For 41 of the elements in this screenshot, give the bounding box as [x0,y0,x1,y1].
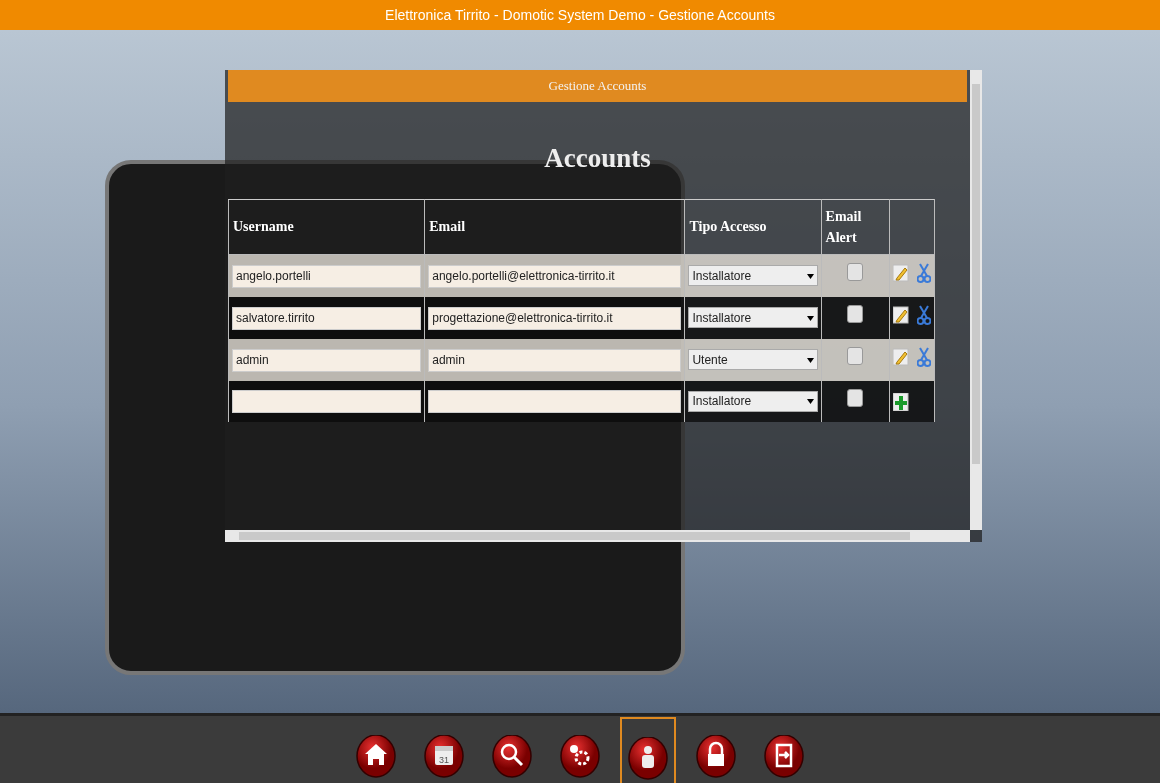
panel-title: Gestione Accounts [228,70,967,102]
calendar-button[interactable]: 31 [416,717,472,783]
dropdown-arrow-icon [806,315,814,321]
email-alert-checkbox[interactable] [847,388,864,407]
scissors-icon[interactable] [917,304,931,325]
username-field[interactable] [232,390,422,414]
email-alert-checkbox[interactable] [847,305,864,323]
email-field[interactable]: progettazione@elettronica-tirrito.it [428,306,682,330]
home-icon [356,735,396,781]
dropdown-arrow-icon [806,357,814,363]
column-header: Tipo Accesso [684,199,822,254]
email-field[interactable]: admin [428,348,682,372]
username-field[interactable]: angelo.portelli [232,264,422,288]
column-header: Email Alert [821,199,890,254]
page-heading: Accounts [543,142,652,175]
dropdown-arrow-icon [806,399,814,405]
access-dropdown[interactable]: Installatore [688,307,818,328]
add-icon[interactable] [893,392,909,411]
padlock-icon [696,735,736,781]
pencil-icon[interactable] [893,305,909,324]
access-dropdown[interactable]: Installatore [688,265,818,286]
column-header: Email [424,199,685,254]
exit-icon [764,735,804,781]
username-field[interactable]: admin [232,348,422,372]
email-alert-checkbox[interactable] [847,263,864,281]
calendar-icon: 31 [424,735,464,781]
search-icon [492,735,532,781]
access-dropdown[interactable]: Installatore [688,390,818,412]
horizontal-scrollbar[interactable] [225,530,970,542]
dropdown-arrow-icon [806,273,814,279]
window-title: Elettronica Tirrito - Domotic System Demo - Gestione Accounts [0,0,1160,30]
settings-icon [560,735,600,781]
access-dropdown[interactable]: Utente [688,349,818,370]
username-field[interactable]: salvatore.tirrito [232,306,422,330]
email-field[interactable]: angelo.portelli@elettronica-tirrito.it [428,264,682,288]
vertical-scrollbar[interactable] [970,70,982,530]
column-header: Username [228,199,425,254]
email-alert-checkbox[interactable] [847,347,864,365]
person-button[interactable] [620,717,676,783]
person-icon [628,737,668,783]
email-field[interactable] [428,390,682,414]
